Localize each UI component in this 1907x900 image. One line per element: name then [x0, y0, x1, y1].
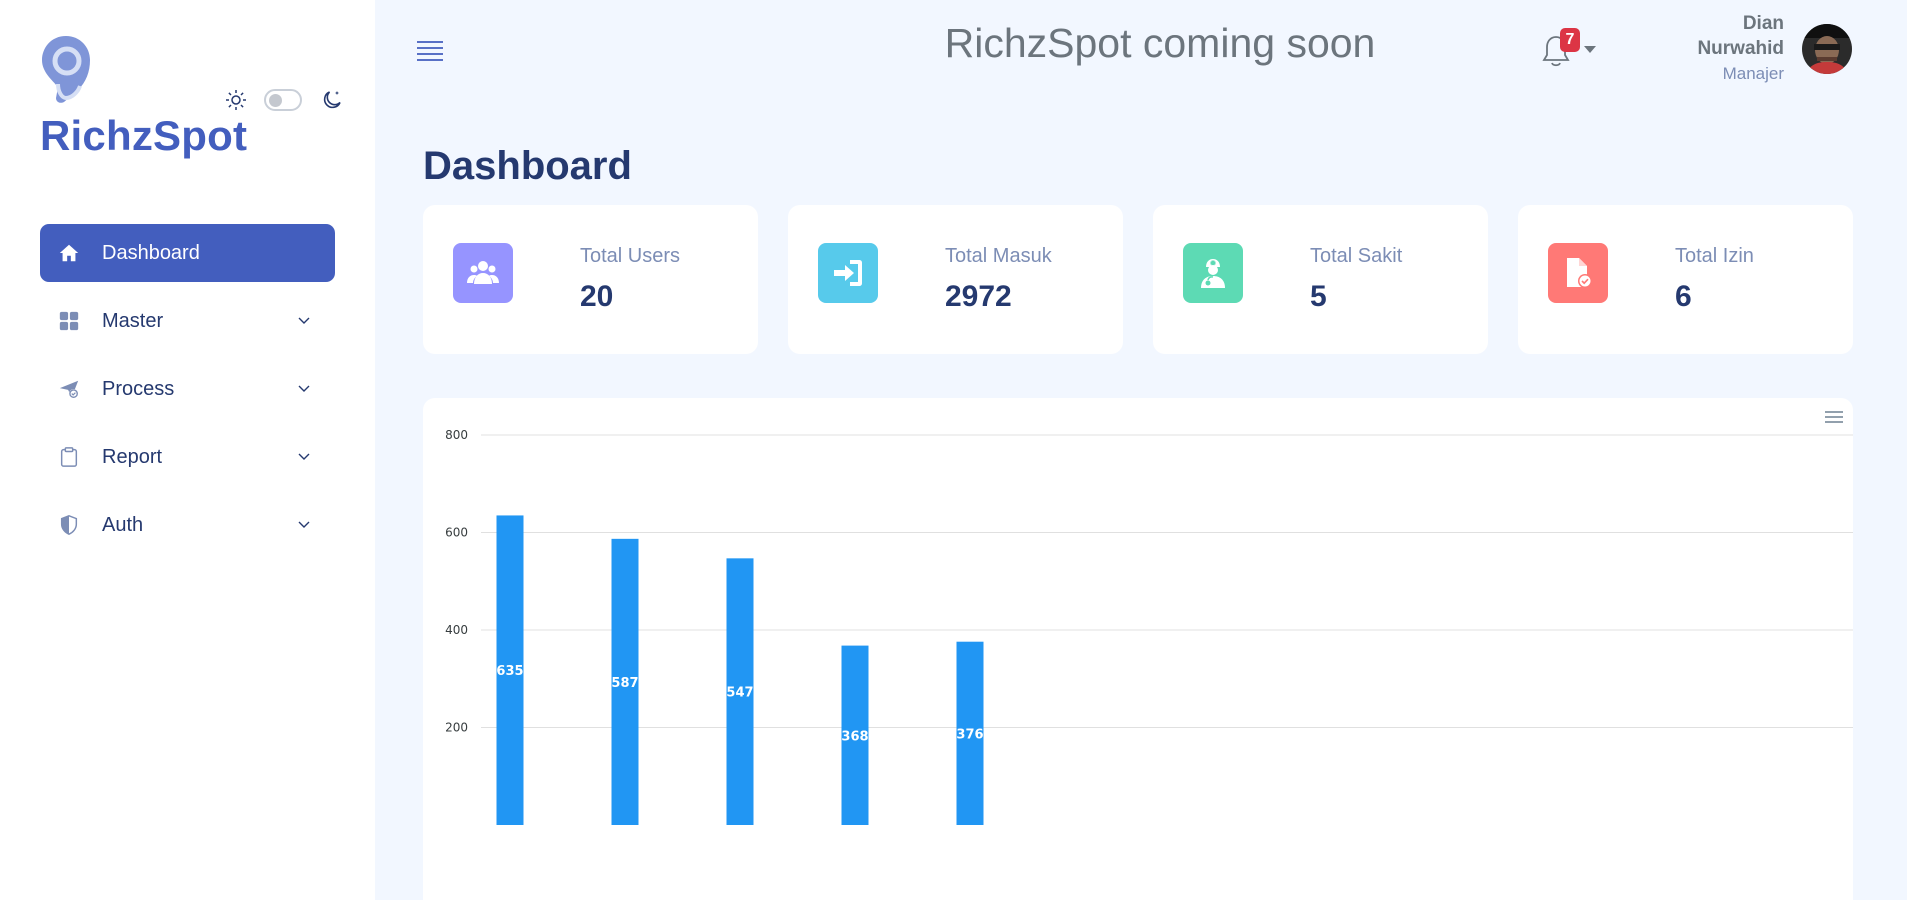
sidebar-item-label: Process [102, 377, 175, 400]
user-info[interactable]: Dian Nurwahid Manajer [1697, 11, 1784, 86]
stat-icon-box [453, 243, 513, 303]
stat-card-total-masuk: Total Masuk 2972 [788, 205, 1123, 354]
sidebar-item-auth[interactable]: Auth [40, 496, 335, 554]
sign-in-icon [834, 260, 862, 286]
stat-card-total-users: Total Users 20 [423, 205, 758, 354]
avatar[interactable] [1802, 24, 1852, 74]
sidebar-item-process[interactable]: Process [40, 360, 335, 418]
home-icon [59, 244, 79, 262]
stat-label: Total Users [580, 245, 681, 267]
y-tick-label: 600 [445, 526, 468, 540]
stat-icon-box [818, 243, 878, 303]
stat-card-total-izin: Total Izin 6 [1518, 205, 1853, 354]
chevron-down-icon [298, 453, 310, 460]
bar-chart: 800 600 400 200 635 587 547 368 376 [445, 428, 1853, 825]
stat-icon-box [1548, 243, 1608, 303]
user-name-first: Dian [1742, 13, 1784, 34]
stat-card-total-sakit: Total Sakit 5 [1153, 205, 1488, 354]
sidebar-item-label: Auth [102, 513, 144, 536]
sun-icon [226, 90, 246, 110]
user-role: Manajer [1722, 64, 1784, 83]
header-title: RichzSpot coming soon [944, 20, 1376, 66]
y-tick-label: 400 [445, 623, 468, 637]
stat-label: Total Masuk [945, 245, 1052, 267]
sidebar: RichzSpot Dashboard Master Process Repor… [0, 0, 375, 900]
send-icon [59, 380, 79, 399]
stat-value: 2972 [945, 280, 1012, 313]
stat-value: 5 [1310, 280, 1327, 313]
sidebar-item-label: Dashboard [102, 241, 200, 264]
grid-icon [59, 311, 79, 331]
stat-value: 6 [1675, 280, 1692, 313]
bar-data-label: 587 [611, 676, 638, 691]
stat-value: 20 [580, 280, 614, 313]
location-pin-logo-icon [42, 36, 90, 103]
y-tick-label: 200 [445, 721, 468, 735]
file-check-icon [1567, 258, 1592, 288]
sidebar-item-dashboard[interactable]: Dashboard [40, 224, 335, 282]
chevron-down-icon [298, 317, 310, 324]
sidebar-menu: Dashboard Master Process Report Auth [40, 224, 335, 564]
theme-switch[interactable] [264, 89, 302, 111]
bar-data-label: 368 [841, 729, 868, 744]
hamburger-menu-icon[interactable] [416, 38, 444, 64]
brand-name: RichzSpot [40, 112, 248, 159]
sidebar-item-label: Master [102, 309, 164, 332]
clipboard-icon [60, 447, 78, 467]
notification-count-badge: 7 [1560, 28, 1580, 52]
stat-icon-box [1183, 243, 1243, 303]
notification-dropdown[interactable]: 7 [1540, 28, 1596, 72]
shield-icon [60, 515, 78, 535]
stat-label: Total Sakit [1310, 245, 1403, 267]
sidebar-item-label: Report [102, 445, 163, 468]
user-name-last: Nurwahid [1697, 38, 1784, 59]
users-icon [467, 261, 499, 284]
moon-icon [323, 91, 341, 109]
medic-icon [1201, 259, 1225, 288]
sidebar-item-report[interactable]: Report [40, 428, 335, 486]
chevron-down-icon [298, 521, 310, 528]
chart-card: 800 600 400 200 635 587 547 368 376 [423, 398, 1853, 900]
page-title: Dashboard [423, 144, 632, 188]
caret-down-icon [1584, 46, 1596, 53]
stats-row: Total Users 20 Total Masuk 2972 Total Sa… [423, 205, 1853, 354]
bar-data-label: 547 [726, 686, 753, 701]
bar-data-label: 635 [496, 664, 523, 679]
stat-label: Total Izin [1675, 245, 1754, 267]
sidebar-item-master[interactable]: Master [40, 292, 335, 350]
chevron-down-icon [298, 385, 310, 392]
bar-data-label: 376 [956, 727, 983, 742]
y-tick-label: 800 [445, 428, 468, 442]
theme-toggle [224, 88, 344, 112]
